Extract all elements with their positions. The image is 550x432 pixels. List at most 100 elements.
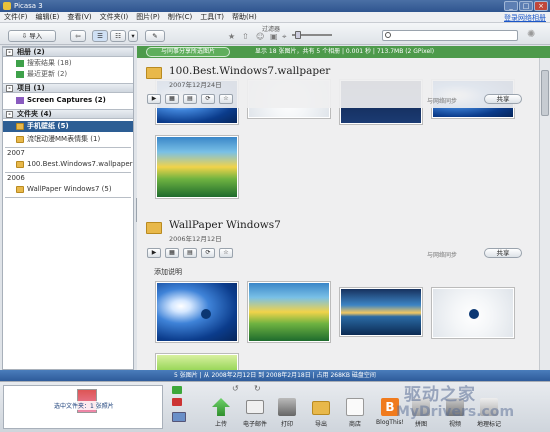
- show-hidden-button[interactable]: ✎: [145, 30, 165, 42]
- menu-picture[interactable]: 图片(P): [136, 12, 160, 22]
- album-date: 2007年12月24日: [169, 81, 222, 89]
- folder-icon: [146, 67, 162, 79]
- album-icon: [16, 71, 24, 78]
- geotag-filter-icon[interactable]: ⌖: [282, 32, 287, 42]
- collage-icon: ▦: [169, 95, 175, 102]
- collage-button[interactable]: ▦: [165, 248, 179, 258]
- add-caption[interactable]: 添加说明: [154, 267, 182, 277]
- group-label: 文件夹 (4): [17, 110, 52, 118]
- scrollbar-thumb[interactable]: [541, 70, 549, 116]
- album-title[interactable]: 100.Best.Windows7.wallpaper: [169, 65, 330, 77]
- email-label: 电子邮件: [242, 421, 267, 428]
- clear-icon[interactable]: [172, 398, 182, 406]
- minimize-button[interactable]: _: [504, 1, 518, 11]
- menu-create[interactable]: 制作(C): [168, 12, 192, 22]
- movie-button[interactable]: ▤: [183, 248, 197, 258]
- play-slideshow-button[interactable]: ▶: [147, 248, 161, 258]
- geotag-label: 地理标记: [476, 421, 501, 428]
- group-projects[interactable]: - 项目 (1): [3, 83, 133, 93]
- project-icon: [16, 97, 24, 104]
- close-button[interactable]: ×: [534, 1, 548, 11]
- list-view-button[interactable]: ☰: [92, 30, 108, 42]
- settings-gear-icon[interactable]: ✺: [527, 29, 535, 40]
- shop-label: 商店: [348, 421, 361, 428]
- view-options-button[interactable]: ▾: [128, 30, 138, 42]
- film-icon: ▤: [187, 95, 193, 102]
- sidebar-item-label: 最近更新 (2): [27, 70, 68, 78]
- add-to-album-button[interactable]: ⇦: [70, 30, 86, 42]
- share-selected-button[interactable]: 与同事分享所选图片: [146, 47, 230, 57]
- sidebar-item-best-windows7[interactable]: 100.Best.Windows7.wallpaper: [3, 159, 133, 170]
- menu-edit[interactable]: 编辑(E): [36, 12, 60, 22]
- photo-thumbnail[interactable]: [248, 282, 330, 342]
- print-icon[interactable]: [278, 398, 296, 416]
- windows-logo-icon: [469, 309, 479, 319]
- star-button[interactable]: ☆: [219, 94, 233, 104]
- maximize-button[interactable]: □: [519, 1, 533, 11]
- menu-bar: 文件(F) 编辑(E) 查看(V) 文件夹(I) 图片(P) 制作(C) 工具(…: [0, 12, 550, 23]
- group-albums[interactable]: - 相册 (2): [3, 47, 133, 57]
- upload-filter-icon[interactable]: ⇧: [242, 32, 249, 41]
- play-slideshow-button[interactable]: ▶: [147, 94, 161, 104]
- photo-thumbnail[interactable]: [156, 282, 238, 342]
- import-label: 导入: [29, 32, 43, 40]
- sidebar-item-phone-wallpaper[interactable]: 手机壁纸 (5): [3, 121, 133, 132]
- slider-knob[interactable]: [295, 31, 301, 39]
- search-icon: [385, 32, 391, 38]
- sync-button[interactable]: ⟳: [201, 248, 215, 258]
- sidebar-item-wallpaper-windows7[interactable]: WallPaper Windows7 (5): [3, 184, 133, 195]
- export-icon[interactable]: [312, 401, 330, 415]
- share-button[interactable]: 共享: [484, 94, 522, 104]
- add-to-album-icon[interactable]: [172, 412, 186, 422]
- menu-file[interactable]: 文件(F): [4, 12, 28, 22]
- collapse-icon[interactable]: -: [6, 111, 13, 118]
- tree-view-button[interactable]: ☷: [110, 30, 126, 42]
- arrow-icon: ⇦: [75, 32, 81, 40]
- photo-thumbnail[interactable]: [156, 136, 238, 198]
- menu-tools[interactable]: 工具(T): [200, 12, 224, 22]
- divider: [5, 197, 131, 198]
- status-text: 5 张图片 | 从 2008年2月12日 到 2008年2月18日 | 占用 2…: [174, 372, 376, 379]
- sidebar-item-recent[interactable]: 最近更新 (2): [3, 69, 133, 80]
- time-slider[interactable]: [292, 31, 332, 39]
- library-info-strip: 与同事分享所选图片 显示 18 张图片，共有 5 个相册 | 0.001 秒 |…: [137, 46, 550, 58]
- sidebar-item-screen-captures[interactable]: Screen Captures (2): [3, 95, 133, 106]
- search-box[interactable]: [382, 30, 518, 41]
- video-filter-icon[interactable]: ▣: [270, 32, 278, 41]
- chevron-down-icon: ▾: [131, 32, 135, 40]
- import-button[interactable]: ⇩ 导入: [8, 30, 56, 42]
- sign-in-link[interactable]: 登录网络相册: [504, 13, 546, 23]
- collapse-icon[interactable]: -: [6, 85, 13, 92]
- email-icon[interactable]: [246, 400, 264, 414]
- photo-thumbnail[interactable]: [156, 354, 238, 370]
- rotate-left-icon[interactable]: ↺: [232, 384, 239, 393]
- divider: [5, 172, 131, 173]
- sidebar-item-search-results[interactable]: 搜索结果 (18): [3, 58, 133, 69]
- star-button[interactable]: ☆: [219, 248, 233, 258]
- star-icon: ☆: [223, 249, 229, 256]
- divider: [5, 147, 131, 148]
- collage-button[interactable]: ▦: [165, 94, 179, 104]
- people-filter-icon[interactable]: ☺: [256, 32, 264, 41]
- sidebar-item-label: 流氓动漫MM表情集 (1): [27, 135, 101, 143]
- collapse-icon[interactable]: -: [6, 49, 13, 56]
- folder-icon: [16, 123, 24, 130]
- hold-icon[interactable]: [172, 386, 182, 394]
- photo-thumbnail[interactable]: [340, 288, 422, 336]
- rotate-right-icon[interactable]: ↻: [254, 384, 261, 393]
- shop-icon[interactable]: [346, 398, 364, 416]
- vertical-scrollbar[interactable]: [539, 58, 550, 370]
- share-button[interactable]: 共享: [484, 248, 522, 258]
- sync-icon: ⟳: [205, 249, 211, 256]
- menu-help[interactable]: 帮助(H): [232, 12, 257, 22]
- sidebar-item-anime-emotes[interactable]: 流氓动漫MM表情集 (1): [3, 134, 133, 145]
- album-title[interactable]: WallPaper Windows7: [169, 219, 281, 231]
- tray-label: 选中文件夹：1 张照片: [54, 401, 114, 410]
- photo-thumbnail[interactable]: [432, 288, 514, 338]
- group-folders[interactable]: - 文件夹 (4): [3, 109, 133, 119]
- menu-view[interactable]: 查看(V): [67, 12, 91, 22]
- star-filter-icon[interactable]: ★: [228, 32, 235, 41]
- movie-button[interactable]: ▤: [183, 94, 197, 104]
- menu-folder[interactable]: 文件夹(I): [100, 12, 129, 22]
- sync-button[interactable]: ⟳: [201, 94, 215, 104]
